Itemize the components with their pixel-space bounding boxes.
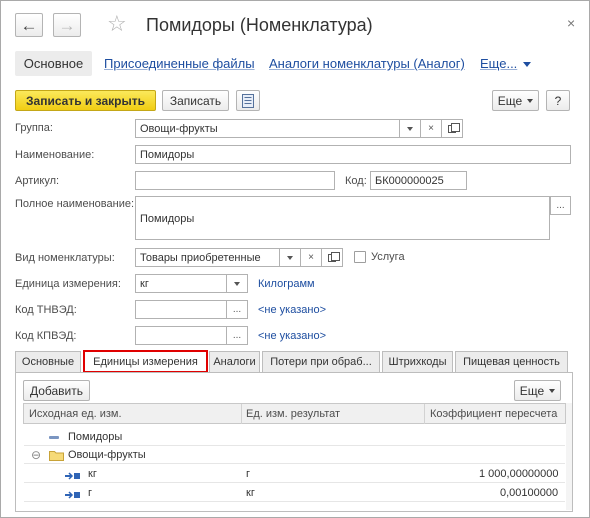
clear-icon: × bbox=[428, 123, 434, 134]
code-label: Код: bbox=[345, 175, 367, 187]
unit-dropdown-button[interactable] bbox=[227, 274, 248, 293]
column-source-unit[interactable]: Исходная ед. изм. bbox=[29, 408, 122, 420]
row-2-result-unit[interactable]: кг bbox=[246, 487, 255, 499]
favorite-star-icon[interactable]: ☆ bbox=[107, 13, 127, 35]
tnved-label: Код ТНВЭД: bbox=[15, 304, 77, 316]
back-button[interactable]: ← bbox=[15, 13, 43, 37]
item-kind-clear-button[interactable]: × bbox=[301, 248, 322, 267]
article-label: Артикул: bbox=[15, 175, 60, 187]
more-actions-button[interactable]: Еще bbox=[492, 90, 539, 111]
name-label: Наименование: bbox=[15, 149, 95, 161]
collapse-icon[interactable]: ⊖ bbox=[31, 448, 41, 462]
group-open-button[interactable] bbox=[442, 119, 463, 138]
group-clear-button[interactable]: × bbox=[421, 119, 442, 138]
forward-button[interactable]: → bbox=[53, 13, 81, 37]
tab-analogs[interactable]: Аналоги bbox=[209, 351, 260, 372]
item-kind-field[interactable]: Товары приобретенные bbox=[135, 248, 280, 267]
tnved-select-button[interactable]: ... bbox=[227, 300, 248, 319]
service-label: Услуга bbox=[371, 251, 405, 263]
code-field[interactable]: БК000000025 bbox=[370, 171, 467, 190]
full-name-edit-button[interactable]: ... bbox=[550, 196, 571, 215]
item-kind-open-button[interactable] bbox=[322, 248, 343, 267]
document-list-icon bbox=[242, 93, 254, 108]
kpved-label: Код КПВЭД: bbox=[15, 330, 77, 342]
full-name-label: Полное наименование: bbox=[15, 198, 135, 210]
tab-main[interactable]: Основное bbox=[15, 51, 92, 76]
tnved-field[interactable] bbox=[135, 300, 227, 319]
column-result-unit[interactable]: Ед. изм. результат bbox=[246, 408, 340, 420]
kpved-field[interactable] bbox=[135, 326, 227, 345]
more-actions-label: Еще bbox=[497, 93, 523, 108]
full-name-field[interactable]: Помидоры bbox=[135, 196, 550, 240]
row-separator bbox=[24, 482, 565, 483]
unit-full-name-link[interactable]: Килограмм bbox=[258, 278, 315, 290]
kpved-link[interactable]: <не указано> bbox=[258, 330, 326, 342]
open-icon bbox=[328, 251, 340, 262]
units-table-header: Исходная ед. изм. Ед. изм. результат Коэ… bbox=[23, 403, 566, 424]
column-conversion-factor[interactable]: Коэффициент пересчета bbox=[430, 408, 557, 420]
item-kind-label: Вид номенклатуры: bbox=[15, 252, 115, 264]
group-field[interactable]: Овощи-фрукты bbox=[135, 119, 400, 138]
tab-barcodes[interactable]: Штрихкоды bbox=[382, 351, 453, 372]
name-field[interactable]: Помидоры bbox=[135, 145, 571, 164]
item-form-window: ← → ☆ Помидоры (Номенклатура) × Основное… bbox=[0, 0, 590, 518]
tab-basic[interactable]: Основные bbox=[15, 351, 81, 372]
close-icon[interactable]: × bbox=[567, 15, 575, 31]
units-more-button[interactable]: Еще bbox=[514, 380, 561, 401]
tab-attached-files[interactable]: Присоединенные файлы bbox=[104, 56, 255, 71]
item-kind-dropdown-button[interactable] bbox=[280, 248, 301, 267]
row-2-factor[interactable]: 0,00100000 bbox=[500, 487, 558, 499]
unit-field[interactable]: кг bbox=[135, 274, 227, 293]
article-field[interactable] bbox=[135, 171, 335, 190]
column-divider bbox=[241, 404, 242, 424]
save-and-close-button[interactable]: Записать и закрыть bbox=[15, 90, 156, 111]
add-unit-button[interactable]: Добавить bbox=[23, 380, 90, 401]
open-icon bbox=[448, 122, 460, 133]
dropdown-arrow-icon bbox=[287, 255, 293, 260]
group-dropdown-button[interactable] bbox=[400, 119, 421, 138]
row-1-result-unit[interactable]: г bbox=[246, 468, 250, 480]
arrow-right-icon: → bbox=[58, 15, 76, 35]
chevron-down-icon bbox=[523, 62, 532, 68]
folder-icon bbox=[49, 450, 64, 464]
top-more-label: Еще... bbox=[480, 56, 518, 71]
row-separator bbox=[24, 445, 565, 446]
tab-units[interactable]: Единицы измерения bbox=[83, 350, 208, 373]
dropdown-arrow-icon bbox=[234, 281, 240, 286]
dropdown-arrow-icon bbox=[527, 98, 534, 103]
row-separator bbox=[24, 501, 565, 502]
group-label: Группа: bbox=[15, 122, 53, 134]
row-separator bbox=[24, 463, 565, 464]
unit-label: Единица измерения: bbox=[15, 278, 121, 290]
clear-icon: × bbox=[308, 252, 314, 263]
tab-processing-losses[interactable]: Потери при обраб... bbox=[262, 351, 380, 372]
dropdown-arrow-icon bbox=[407, 126, 413, 131]
column-divider bbox=[424, 404, 425, 424]
tree-group-item[interactable]: Овощи-фрукты bbox=[68, 449, 146, 461]
save-button[interactable]: Записать bbox=[162, 90, 229, 111]
units-more-label: Еще bbox=[519, 383, 545, 398]
tab-item-analogs[interactable]: Аналоги номенклатуры (Аналог) bbox=[269, 56, 465, 71]
top-more-menu[interactable]: Еще... bbox=[480, 56, 532, 71]
kpved-select-button[interactable]: ... bbox=[227, 326, 248, 345]
row-1-source-unit[interactable]: кг bbox=[88, 468, 97, 480]
help-button[interactable]: ? bbox=[546, 90, 570, 111]
tab-nutrition[interactable]: Пищевая ценность bbox=[455, 351, 568, 372]
tnved-link[interactable]: <не указано> bbox=[258, 304, 326, 316]
window-title: Помидоры (Номенклатура) bbox=[146, 15, 373, 35]
vertical-scrollbar[interactable] bbox=[566, 403, 572, 510]
tree-root-item[interactable]: Помидоры bbox=[68, 431, 122, 443]
report-button[interactable] bbox=[236, 90, 260, 111]
row-1-factor[interactable]: 1 000,00000000 bbox=[479, 468, 559, 480]
item-marker-icon bbox=[49, 436, 59, 439]
row-2-source-unit[interactable]: г bbox=[88, 487, 92, 499]
dropdown-arrow-icon bbox=[549, 388, 556, 393]
service-checkbox[interactable] bbox=[354, 251, 366, 263]
arrow-left-icon: ← bbox=[20, 15, 38, 35]
